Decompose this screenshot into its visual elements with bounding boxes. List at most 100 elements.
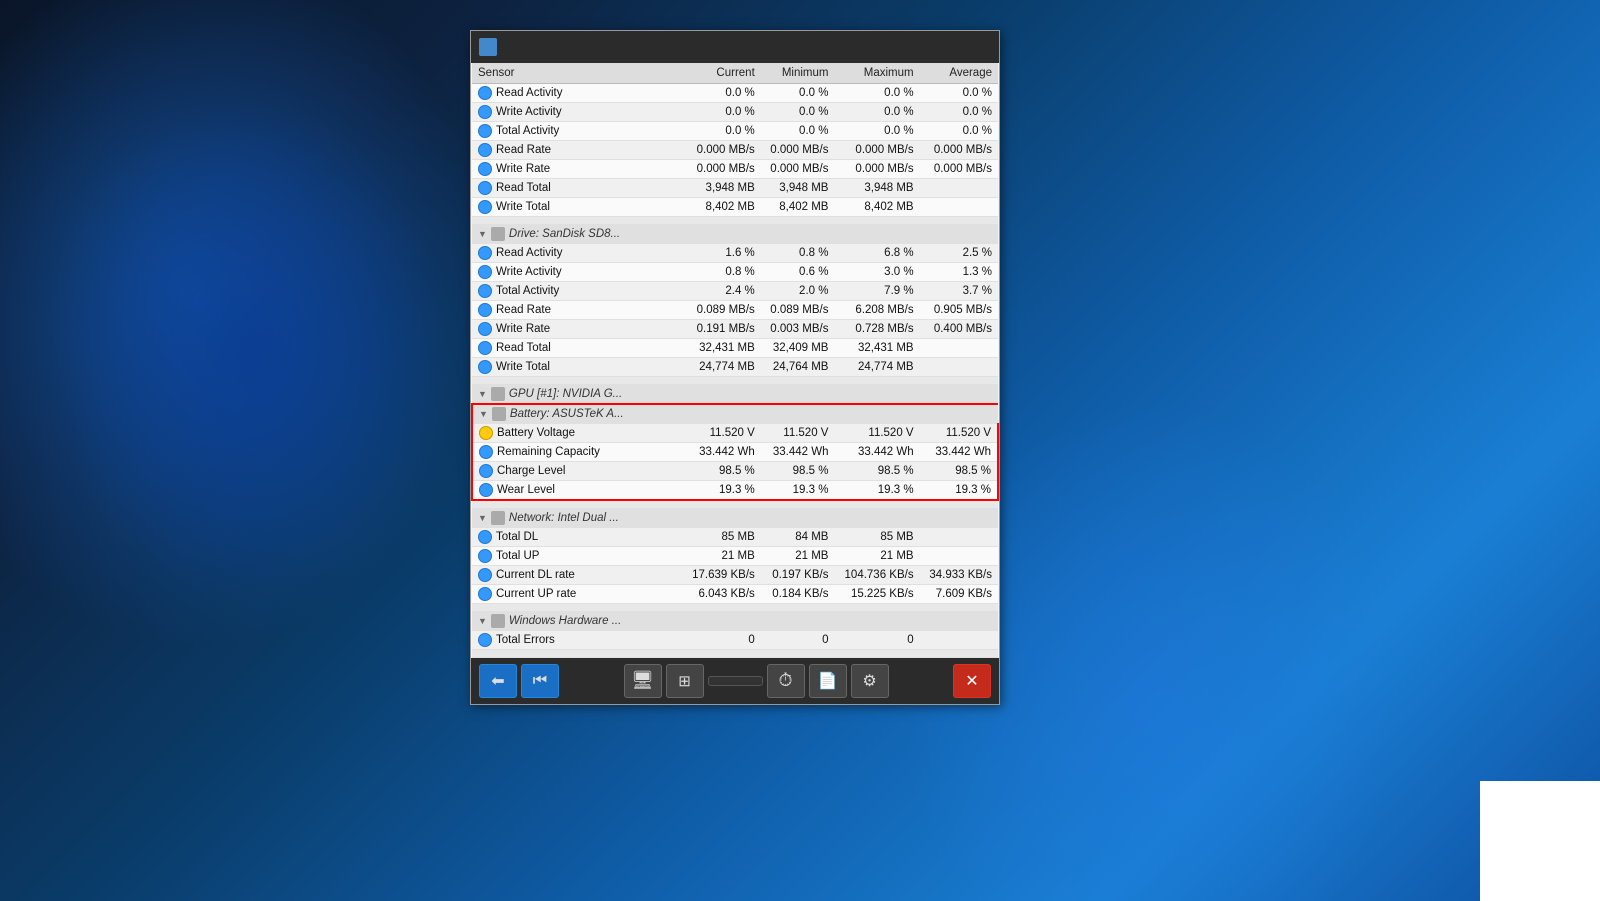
circle-icon — [478, 86, 492, 100]
sensor-minimum-cell: 2.0 % — [761, 282, 835, 301]
section-header-cell: ▼Battery: ASUSTeK A... — [472, 404, 998, 424]
desktop: Sensor Current Minimum Maximum Average R… — [0, 0, 1600, 901]
sensor-minimum-cell: 32,409 MB — [761, 339, 835, 358]
table-row: Read Activity0.0 %0.0 %0.0 %0.0 % — [472, 84, 998, 103]
sensor-name-cell: Write Rate — [472, 320, 682, 339]
sensor-minimum-cell: 3,948 MB — [761, 179, 835, 198]
sensor-current-cell: 33.442 Wh — [682, 443, 760, 462]
chevron-icon: ▼ — [478, 389, 487, 399]
table-row: Read Total3,948 MB3,948 MB3,948 MB — [472, 179, 998, 198]
sensor-minimum-cell: 19.3 % — [761, 481, 835, 501]
sensor-average-cell: 0.000 MB/s — [920, 141, 998, 160]
spacer-row — [472, 500, 998, 508]
sensor-average-cell: 0.0 % — [920, 84, 998, 103]
circle-icon — [479, 445, 493, 459]
section-label-text: Battery: ASUSTeK A... — [510, 408, 624, 420]
sensor-average-cell: 0.0 % — [920, 122, 998, 141]
sensor-minimum-cell: 24,764 MB — [761, 358, 835, 377]
circle-icon — [479, 464, 493, 478]
sensor-name-cell: Read Rate — [472, 141, 682, 160]
section-label-text: Windows Hardware ... — [509, 615, 621, 627]
compare-button[interactable]: ⊞ — [666, 664, 704, 698]
table-row: Write Rate0.000 MB/s0.000 MB/s0.000 MB/s… — [472, 160, 998, 179]
col-average: Average — [920, 63, 998, 84]
sensor-average-cell: 2.5 % — [920, 244, 998, 263]
section-header-row[interactable]: ▼Battery: ASUSTeK A... — [472, 404, 998, 424]
sensor-name-cell: Write Rate — [472, 160, 682, 179]
chevron-icon: ▼ — [478, 229, 487, 239]
sensor-current-cell: 0 — [682, 630, 760, 649]
circle-icon — [478, 360, 492, 374]
sensor-average-cell — [920, 527, 998, 546]
sensor-average-cell — [920, 358, 998, 377]
sensor-average-cell — [920, 630, 998, 649]
section-header-row[interactable]: ▼Windows Hardware ... — [472, 611, 998, 630]
sensor-table-container[interactable]: Sensor Current Minimum Maximum Average R… — [471, 63, 999, 658]
first-button[interactable]: ⏮ — [521, 664, 559, 698]
section-type-icon — [491, 387, 505, 401]
chevron-icon: ▼ — [478, 513, 487, 523]
table-row: Charge Level98.5 %98.5 %98.5 %98.5 % — [472, 462, 998, 481]
section-label-text: GPU [#1]: NVIDIA G... — [509, 388, 622, 400]
circle-icon — [478, 568, 492, 582]
sensor-table: Sensor Current Minimum Maximum Average R… — [471, 63, 999, 658]
sensor-name-cell: Write Total — [472, 358, 682, 377]
section-header-row[interactable]: ▼ GPU [#1]: NVIDIA G... — [472, 385, 998, 405]
sensor-average-cell: 0.0 % — [920, 103, 998, 122]
sensor-minimum-cell: 0.0 % — [761, 84, 835, 103]
prev-button[interactable]: ⬅ — [479, 664, 517, 698]
sensor-current-cell: 3,948 MB — [682, 179, 760, 198]
circle-icon — [478, 633, 492, 647]
sensor-current-cell: 6.043 KB/s — [682, 584, 760, 603]
section-header-row[interactable]: ▼Network: Intel Dual ... — [472, 508, 998, 527]
circle-icon — [478, 200, 492, 214]
table-row: Current UP rate6.043 KB/s0.184 KB/s15.22… — [472, 584, 998, 603]
sensor-label: Current DL rate — [496, 569, 575, 581]
sensor-current-cell: 85 MB — [682, 527, 760, 546]
table-row: Write Activity0.0 %0.0 %0.0 %0.0 % — [472, 103, 998, 122]
sensor-current-cell: 0.191 MB/s — [682, 320, 760, 339]
sensor-label: Write Rate — [496, 323, 550, 335]
sensor-current-cell: 1.6 % — [682, 244, 760, 263]
sensor-label: Total Activity — [496, 285, 559, 297]
sensor-label: Read Total — [496, 182, 551, 194]
circle-icon — [478, 284, 492, 298]
sensor-maximum-cell: 11.520 V — [834, 424, 919, 443]
sensor-minimum-cell: 0.089 MB/s — [761, 301, 835, 320]
sensor-minimum-cell: 0.6 % — [761, 263, 835, 282]
sensor-maximum-cell: 0 — [834, 630, 919, 649]
sensor-name-cell: Total UP — [472, 546, 682, 565]
sensor-average-cell: 98.5 % — [920, 462, 998, 481]
sensor-current-cell: 0.089 MB/s — [682, 301, 760, 320]
exit-button[interactable]: ✕ — [953, 664, 991, 698]
toolbar-close-button-area: ✕ — [953, 664, 991, 698]
maximize-button[interactable] — [935, 37, 963, 57]
sensor-current-cell: 0.8 % — [682, 263, 760, 282]
sensor-current-cell: 0.000 MB/s — [682, 141, 760, 160]
circle-icon — [478, 303, 492, 317]
sensor-average-cell — [920, 546, 998, 565]
sensor-minimum-cell: 0.000 MB/s — [761, 141, 835, 160]
clock-button[interactable]: ⏱ — [767, 664, 805, 698]
sensor-maximum-cell: 32,431 MB — [834, 339, 919, 358]
sensor-average-cell: 0.000 MB/s — [920, 160, 998, 179]
table-row: Total UP21 MB21 MB21 MB — [472, 546, 998, 565]
sensor-label: Read Rate — [496, 144, 551, 156]
monitor-button[interactable]: 🖥 — [624, 664, 662, 698]
spacer-row — [472, 217, 998, 225]
settings-button[interactable]: ⚙ — [851, 664, 889, 698]
table-row: Read Rate0.000 MB/s0.000 MB/s0.000 MB/s0… — [472, 141, 998, 160]
sensor-current-cell: 19.3 % — [682, 481, 760, 501]
report-button[interactable]: 📄 — [809, 664, 847, 698]
section-header-row[interactable]: ▼Drive: SanDisk SD8... — [472, 225, 998, 244]
table-header-row: Sensor Current Minimum Maximum Average — [472, 63, 998, 84]
sensor-current-cell: 0.0 % — [682, 122, 760, 141]
close-button[interactable] — [963, 37, 991, 57]
sensor-label: Write Rate — [496, 163, 550, 175]
circle-icon — [478, 181, 492, 195]
sensor-average-cell: 34.933 KB/s — [920, 565, 998, 584]
minimize-button[interactable] — [907, 37, 935, 57]
sensor-minimum-cell: 0.0 % — [761, 122, 835, 141]
circle-icon — [478, 246, 492, 260]
section-type-icon — [491, 227, 505, 241]
